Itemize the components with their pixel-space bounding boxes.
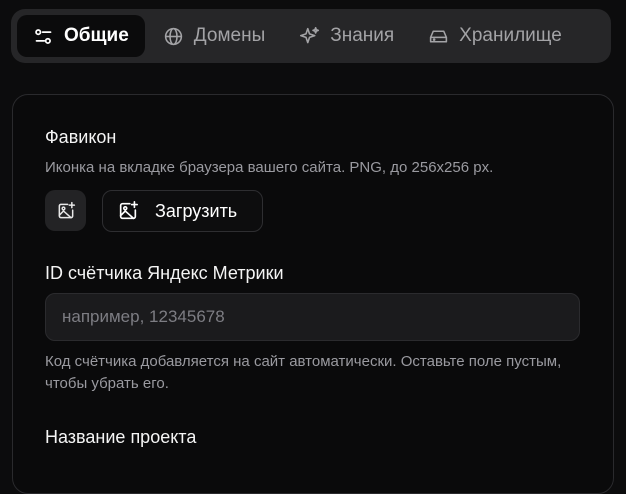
metrika-id-input[interactable] <box>45 293 580 341</box>
favicon-hint: Иконка на вкладке браузера вашего сайта.… <box>45 159 494 176</box>
metrika-hint: Код счётчика добавляется на сайт автомат… <box>45 353 562 392</box>
settings-tabs: Общие Домены Знания Хранилище <box>11 9 611 63</box>
hard-drive-icon <box>430 29 448 43</box>
tab-domains[interactable]: Домены <box>147 15 281 57</box>
upload-button[interactable]: Загрузить <box>102 190 263 232</box>
upload-button-label: Загрузить <box>155 200 238 221</box>
metrika-title: ID счётчика Яндекс Метрики <box>45 263 284 283</box>
favicon-title: Фавикон <box>45 127 117 147</box>
sparkles-icon <box>300 26 320 43</box>
project-name-title: Название проекта <box>45 427 197 447</box>
sliders-icon <box>35 28 52 44</box>
tab-knowledge[interactable]: Знания <box>283 15 410 57</box>
globe-icon <box>164 27 182 45</box>
tab-general-label: Общие <box>64 25 129 46</box>
tab-knowledge-label: Знания <box>330 25 395 46</box>
image-plus-icon <box>58 201 75 218</box>
favicon-preview[interactable] <box>45 190 86 231</box>
image-plus-icon <box>119 201 138 220</box>
tab-storage-label: Хранилище <box>459 25 562 46</box>
tab-domains-label: Домены <box>193 25 266 46</box>
tab-storage[interactable]: Хранилище <box>412 15 578 57</box>
tab-general[interactable]: Общие <box>17 15 145 57</box>
